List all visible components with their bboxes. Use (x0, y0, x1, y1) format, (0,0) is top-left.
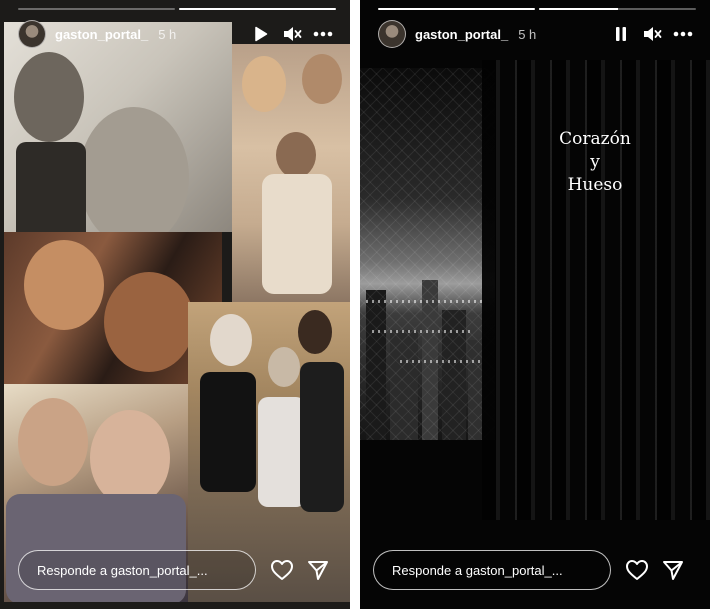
collage-photo-family (232, 44, 350, 302)
play-icon (255, 26, 268, 42)
story-panel-left[interactable]: gaston_portal_ 5 h Responde a gaston_por… (0, 0, 350, 609)
timestamp: 5 h (518, 26, 537, 42)
more-dots-icon (313, 31, 333, 37)
mute-button[interactable] (279, 21, 305, 47)
timestamp: 5 h (158, 26, 177, 42)
reply-input[interactable]: Responde a gaston_portal_... (373, 550, 611, 590)
story-progress-bar (378, 8, 696, 10)
username[interactable]: gaston_portal_ (415, 27, 508, 42)
story-header: gaston_portal_ 5 h (18, 20, 336, 48)
avatar[interactable] (18, 20, 46, 48)
progress-segment (179, 8, 336, 10)
caption-line: Hueso (567, 175, 623, 195)
pause-icon (616, 27, 626, 41)
muted-speaker-icon (284, 27, 302, 41)
story-panel-right[interactable]: Corazón y Hueso gaston_portal_ 5 h Respo… (360, 0, 710, 609)
collage-photo-couple (4, 22, 232, 232)
progress-fill (179, 8, 336, 10)
progress-segment (18, 8, 175, 10)
story-caption: Corazón y Hueso (535, 128, 655, 197)
more-dots-icon (673, 31, 693, 37)
send-icon (663, 561, 683, 580)
progress-fill (539, 8, 618, 10)
username[interactable]: gaston_portal_ (55, 27, 148, 42)
caption-line: Corazón (559, 129, 631, 149)
muted-speaker-icon (644, 27, 662, 41)
send-icon (308, 561, 328, 580)
mute-button[interactable] (639, 21, 665, 47)
more-options-button[interactable] (310, 21, 336, 47)
play-button[interactable] (248, 21, 274, 47)
heart-icon (271, 560, 293, 580)
caption-line: y (590, 152, 600, 172)
like-button[interactable] (623, 556, 651, 584)
story-progress-bar (18, 8, 336, 10)
night-city-window (360, 68, 495, 440)
story-header: gaston_portal_ 5 h (378, 20, 696, 48)
avatar[interactable] (378, 20, 406, 48)
like-button[interactable] (268, 556, 296, 584)
reply-input[interactable]: Responde a gaston_portal_... (18, 550, 256, 590)
share-button[interactable] (304, 556, 332, 584)
progress-segment (539, 8, 696, 10)
progress-segment (378, 8, 535, 10)
progress-fill (378, 8, 535, 10)
pause-button[interactable] (608, 21, 634, 47)
more-options-button[interactable] (670, 21, 696, 47)
share-button[interactable] (659, 556, 687, 584)
heart-icon (626, 560, 648, 580)
